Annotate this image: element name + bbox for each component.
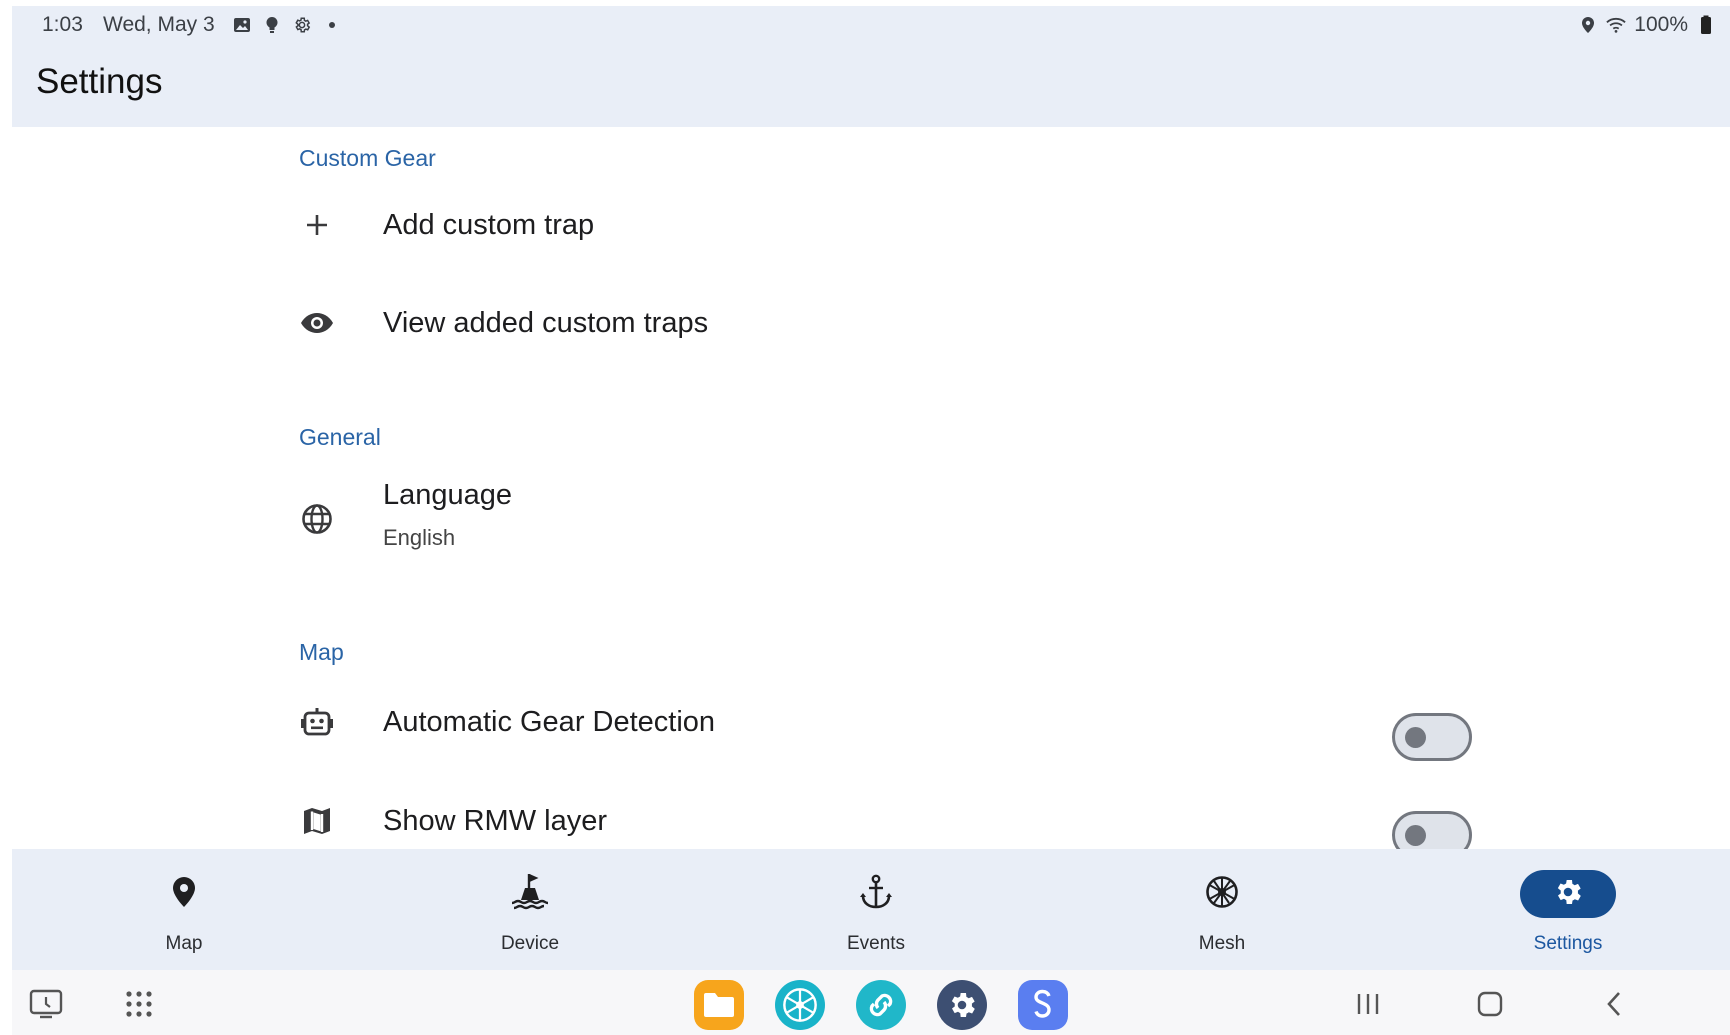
nav-map[interactable]: Map: [114, 849, 254, 970]
top-bar: 1:03 Wed, May 3 100% Settings: [12, 6, 1730, 127]
language-item[interactable]: Language English: [299, 473, 1629, 565]
settings-list[interactable]: Custom Gear Add custom trap View added c…: [12, 127, 1730, 855]
mesh-app-icon[interactable]: [775, 980, 825, 1030]
app-drawer-icon[interactable]: [119, 984, 159, 1024]
eye-icon: [299, 305, 335, 341]
automatic-gear-detection-label: Automatic Gear Detection: [383, 705, 716, 738]
gallery-icon: [232, 15, 252, 35]
add-custom-trap-item[interactable]: Add custom trap: [299, 195, 1629, 255]
recent-screenshot-icon[interactable]: [26, 984, 66, 1024]
location-icon: [1578, 15, 1598, 35]
add-custom-trap-label: Add custom trap: [383, 208, 595, 241]
map-fold-icon: [299, 803, 335, 839]
language-value: English: [383, 525, 456, 550]
nav-settings-indicator: [1520, 870, 1616, 918]
device-screen: 1:03 Wed, May 3 100% Settings Custom Gea…: [12, 6, 1730, 1035]
page-title: Settings: [36, 62, 163, 101]
nav-device[interactable]: Device: [460, 849, 600, 970]
nav-events-indicator: [828, 870, 924, 918]
automatic-gear-detection-switch[interactable]: [1392, 713, 1472, 761]
nav-map-label: Map: [165, 933, 203, 954]
status-time: 1:03: [42, 13, 83, 36]
section-header-custom-gear: Custom Gear: [299, 145, 436, 171]
section-header-general: General: [299, 424, 381, 450]
home-icon[interactable]: [1470, 984, 1510, 1024]
nav-device-indicator: [482, 870, 578, 918]
nav-mesh-label: Mesh: [1198, 933, 1246, 954]
nav-mesh-indicator: [1174, 870, 1270, 918]
switch-knob: [1405, 727, 1426, 748]
back-icon[interactable]: [1594, 984, 1634, 1024]
link-app-icon[interactable]: [856, 980, 906, 1030]
view-custom-traps-item[interactable]: View added custom traps: [299, 293, 1629, 353]
language-label: Language: [383, 479, 513, 511]
recent-apps-icon[interactable]: [1348, 984, 1388, 1024]
samsung-pass-icon[interactable]: [1018, 980, 1068, 1030]
switch-knob: [1405, 825, 1426, 846]
nav-events-label: Events: [846, 933, 906, 954]
status-date: Wed, May 3: [103, 13, 215, 36]
anchor-icon: [859, 874, 893, 915]
view-custom-traps-label: View added custom traps: [383, 306, 709, 339]
map-pin-icon: [172, 876, 196, 913]
robot-icon: [299, 704, 335, 740]
globe-icon: [299, 501, 335, 537]
my-files-icon[interactable]: [694, 980, 744, 1030]
system-nav-bar: [12, 970, 1730, 1035]
bottom-navigation: Map Device Events Mesh Settings: [12, 849, 1730, 970]
dot-icon: [322, 15, 342, 35]
nav-events[interactable]: Events: [806, 849, 946, 970]
nav-settings-label: Settings: [1533, 933, 1603, 954]
nav-device-label: Device: [500, 933, 560, 954]
section-header-map: Map: [299, 639, 344, 665]
plus-icon: [299, 207, 335, 243]
status-bar: 1:03 Wed, May 3 100%: [12, 6, 1730, 44]
nav-settings[interactable]: Settings: [1498, 849, 1638, 970]
battery-icon: [1696, 15, 1716, 35]
notification-icons: [232, 15, 342, 35]
bulb-icon: [262, 15, 282, 35]
settings-gear-icon: [292, 15, 312, 35]
battery-percent: 100%: [1634, 13, 1688, 36]
show-rmw-layer-label: Show RMW layer: [383, 804, 607, 837]
nav-map-indicator: [136, 870, 232, 918]
buoy-icon: [510, 872, 550, 917]
wifi-icon: [1606, 15, 1626, 35]
settings-icon: [1552, 876, 1584, 913]
settings-app-icon[interactable]: [937, 980, 987, 1030]
nav-mesh[interactable]: Mesh: [1152, 849, 1292, 970]
mesh-network-icon: [1205, 875, 1239, 914]
system-status-icons: 100%: [1578, 13, 1716, 37]
